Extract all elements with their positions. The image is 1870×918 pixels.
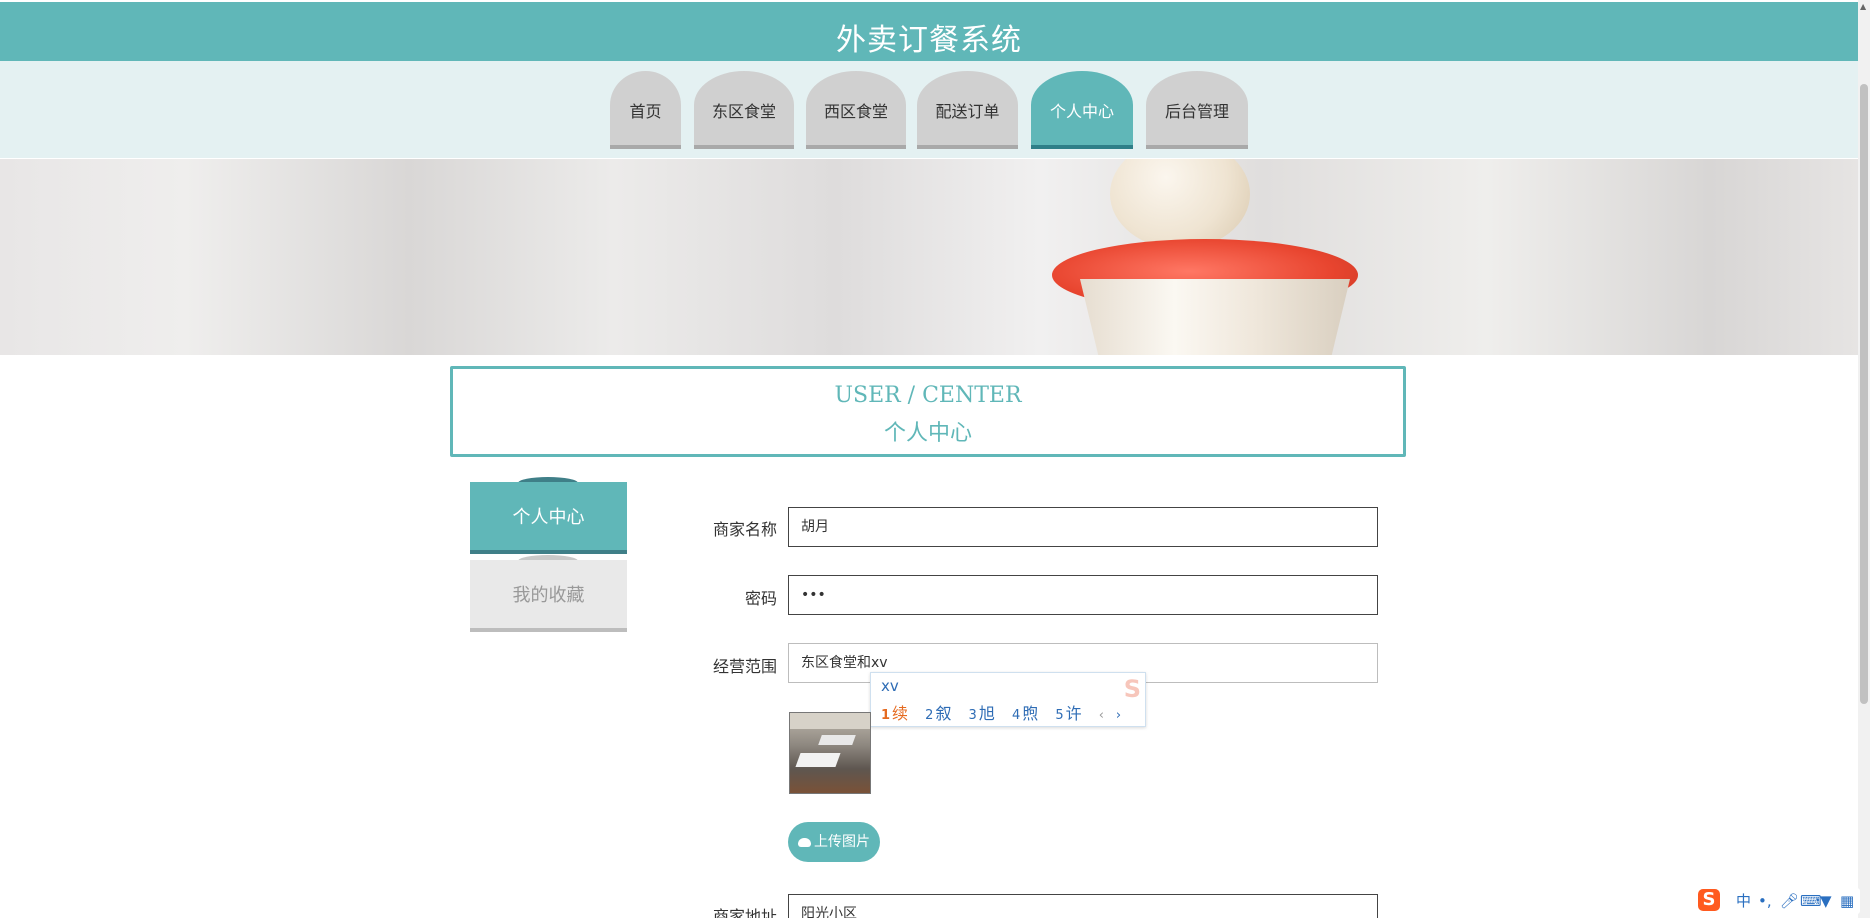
ime-logo-icon: S [1123, 675, 1141, 703]
address-input[interactable]: 阳光小区 [788, 894, 1378, 918]
merchant-name-input[interactable]: 胡月 [788, 507, 1378, 547]
ime-prev-page[interactable]: ‹ [1099, 708, 1104, 723]
ime-candidates: 1续 2叙 3旭 4煦 5许 ‹ › [881, 700, 1133, 724]
ime-candidate[interactable]: 1续 [881, 704, 908, 723]
ime-status-bar: S 中 •, 🎤︎ ⌨︎ ▼ ▦ [1696, 888, 1860, 914]
tab-east-canteen[interactable]: 东区食堂 [694, 71, 794, 149]
toolbox-icon[interactable]: ▦ [1840, 892, 1854, 910]
sidebar-item-user-center[interactable]: 个人中心 [470, 482, 627, 554]
sogou-logo-icon[interactable]: S [1698, 889, 1720, 911]
ime-candidate-popup: xv S 1续 2叙 3旭 4煦 5许 ‹ › [870, 672, 1146, 727]
merchant-image-thumbnail [789, 712, 871, 794]
ime-candidate[interactable]: 3旭 [969, 704, 995, 723]
ime-candidate[interactable]: 4煦 [1012, 704, 1038, 723]
ime-candidate[interactable]: 2叙 [925, 704, 951, 723]
tab-user-center[interactable]: 个人中心 [1031, 71, 1133, 149]
tab-admin[interactable]: 后台管理 [1146, 71, 1248, 149]
cloud-upload-icon [798, 838, 811, 847]
password-label: 密码 [744, 589, 777, 608]
keyboard-icon[interactable]: ⌨︎ [1800, 892, 1822, 910]
main-nav: 首页 东区食堂 西区食堂 配送订单 个人中心 后台管理 [0, 61, 1858, 158]
vertical-scrollbar[interactable]: ▲ [1858, 0, 1870, 918]
address-label: 商家地址 [712, 907, 777, 918]
scroll-thumb[interactable] [1860, 84, 1868, 704]
password-input[interactable]: ••• [788, 575, 1378, 615]
section-header: USER / CENTER 个人中心 [450, 366, 1406, 457]
page: 外卖订餐系统 首页 东区食堂 西区食堂 配送订单 个人中心 后台管理 USER … [0, 0, 1858, 918]
cake-decoration [1110, 159, 1250, 249]
tab-home[interactable]: 首页 [610, 71, 681, 149]
tab-delivery-orders[interactable]: 配送订单 [917, 71, 1018, 149]
ime-candidate[interactable]: 5许 [1055, 704, 1081, 723]
tab-west-canteen[interactable]: 西区食堂 [806, 71, 906, 149]
section-title-cn: 个人中心 [883, 421, 972, 446]
banner-image [0, 159, 1858, 355]
ime-composition: xv [881, 677, 899, 695]
section-title-en: USER / CENTER [834, 383, 1022, 408]
skin-icon[interactable]: ▼ [1820, 892, 1832, 910]
cake-cup [1080, 279, 1350, 355]
upload-image-label: 上传图片 [814, 834, 870, 850]
header-bar: 外卖订餐系统 [0, 2, 1858, 61]
merchant-name-label: 商家名称 [712, 520, 777, 539]
punctuation-icon[interactable]: •, [1758, 892, 1772, 910]
sidebar-item-favorites[interactable]: 我的收藏 [470, 560, 627, 632]
ime-next-page[interactable]: › [1116, 708, 1121, 723]
upload-image-button[interactable]: 上传图片 [788, 822, 880, 862]
site-title: 外卖订餐系统 [836, 23, 1022, 58]
microphone-icon[interactable]: 🎤︎ [1780, 892, 1799, 910]
ime-mode-indicator[interactable]: 中 [1736, 892, 1751, 910]
business-scope-label: 经营范围 [712, 657, 777, 676]
scroll-up-arrow-icon[interactable]: ▲ [1860, 2, 1866, 11]
